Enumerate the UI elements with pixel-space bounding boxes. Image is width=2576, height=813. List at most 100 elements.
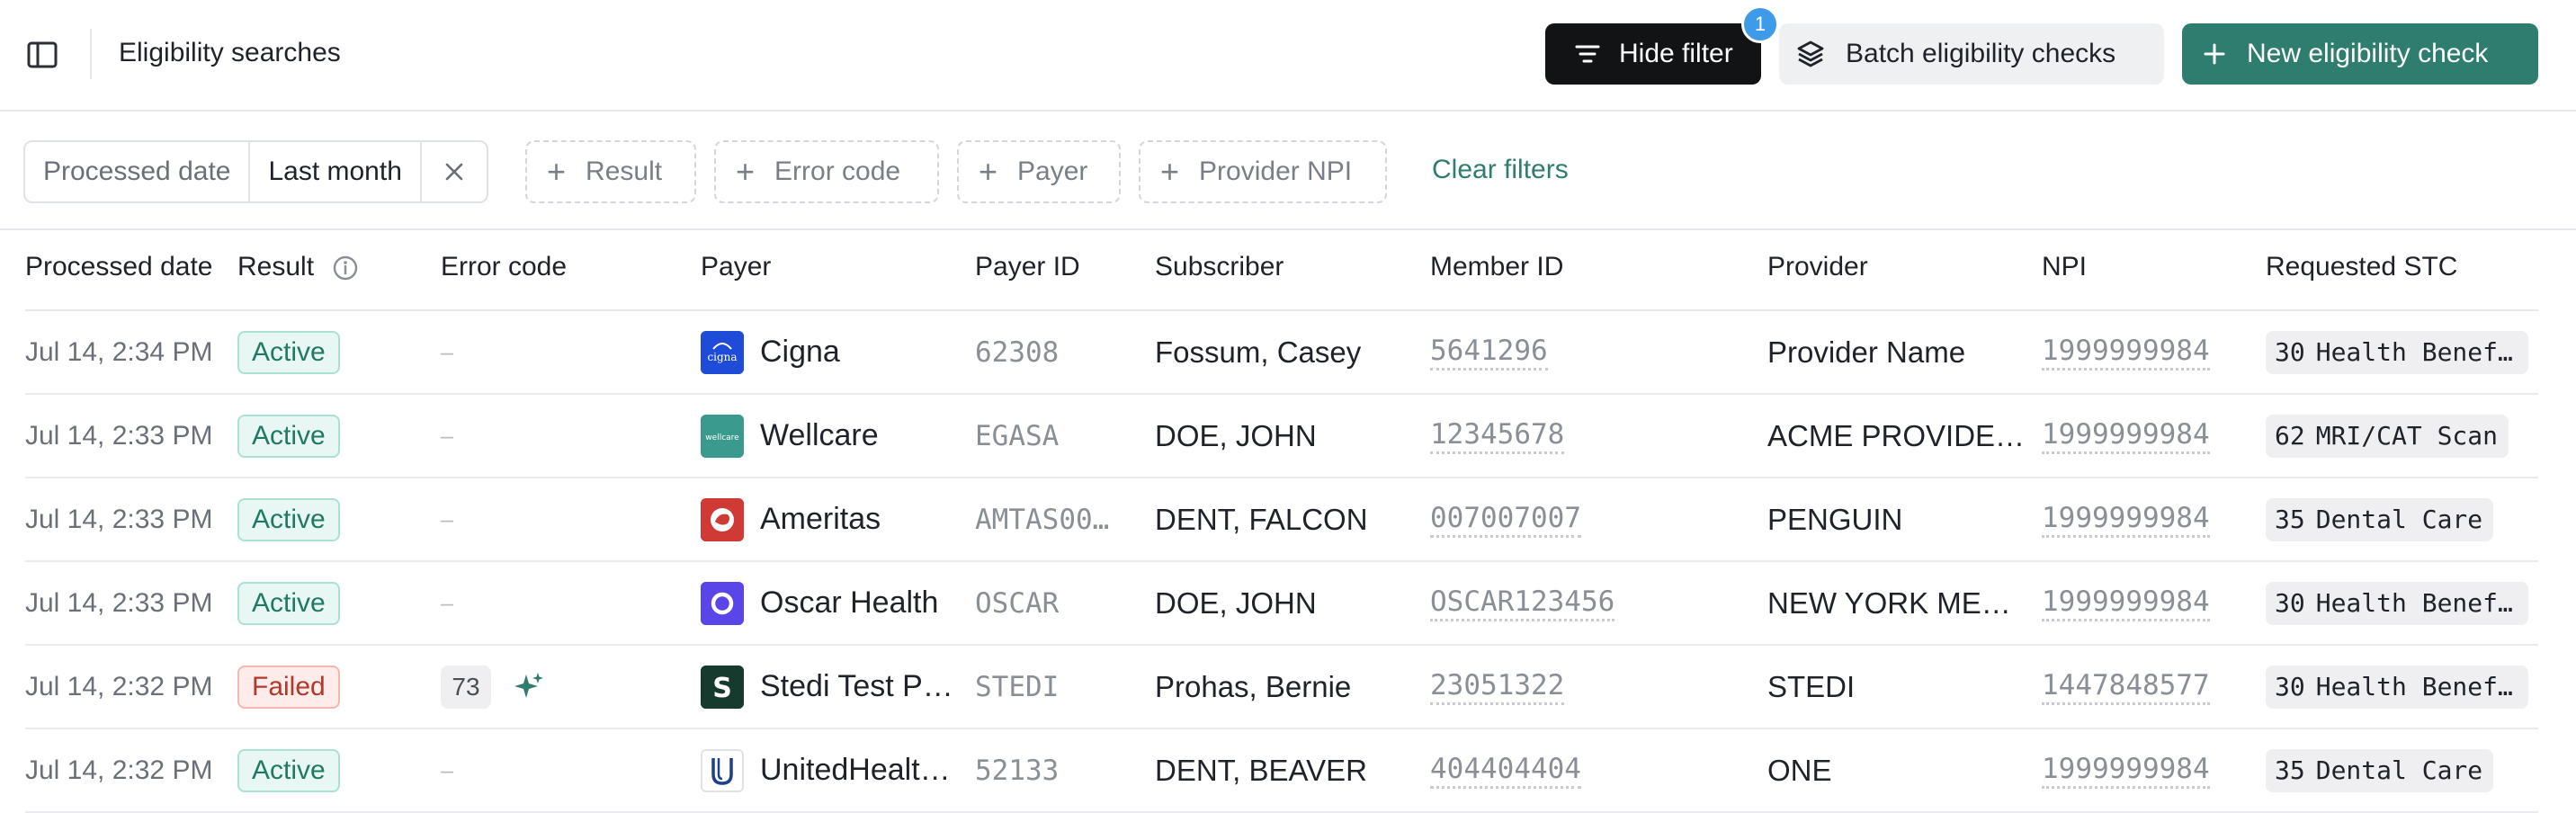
header-divider (90, 29, 92, 79)
payer-id-cell: STEDI (975, 646, 1148, 728)
add-result-filter-label: Result (586, 156, 663, 186)
member-id[interactable]: 23051322 (1430, 668, 1565, 705)
batch-eligibility-button[interactable]: Batch eligibility checks (1779, 23, 2164, 85)
member-id-cell: OSCAR123456 (1430, 562, 1763, 644)
column-header-subscriber[interactable]: Subscriber (1155, 252, 1284, 282)
processed-date-cell: Jul 14, 2:32 PM (25, 671, 213, 701)
payer-id: AMTAS00… (975, 503, 1110, 536)
remove-filter-button[interactable] (422, 142, 487, 201)
npi-value[interactable]: 1999999984 (2042, 417, 2210, 454)
oscar-logo-icon (701, 581, 744, 625)
provider-name: ONE (1767, 753, 1832, 787)
column-header-provider[interactable]: Provider (1767, 252, 1868, 282)
table-row[interactable]: Jul 14, 2:33 PM Active – wellcare Wellca… (25, 395, 2538, 478)
result-cell: Active (237, 729, 340, 811)
stc-tag: 35 Dental Care (2266, 748, 2494, 792)
stc-description: Dental Care (2315, 755, 2483, 785)
stc-tag: 30 Health Benefit Plan Coverage (2266, 330, 2528, 374)
add-payer-filter[interactable]: + Payer (957, 140, 1121, 203)
table-row[interactable]: Jul 14, 2:34 PM Active – cigna Cigna 623… (25, 311, 2538, 395)
stc-code: 30 (2275, 337, 2305, 367)
new-eligibility-check-button[interactable]: New eligibility check (2182, 23, 2538, 85)
column-header-error-code[interactable]: Error code (441, 252, 567, 282)
npi-value[interactable]: 1999999984 (2042, 501, 2210, 538)
sparkle-icon[interactable] (513, 671, 545, 703)
stedi-logo-icon: S (701, 665, 744, 709)
page-title: Eligibility searches (119, 38, 341, 67)
svg-text:S: S (712, 673, 732, 704)
payer-name: Stedi Test P… (760, 669, 953, 703)
column-header-result[interactable]: Result (237, 252, 359, 282)
requested-stc-cell: 30 Health Benefit Plan Coverage (2266, 562, 2536, 644)
provider-cell: NEW YORK ME… (1767, 562, 2037, 644)
npi-value[interactable]: 1999999984 (2042, 585, 2210, 621)
payer-name: UnitedHealt… (760, 753, 951, 787)
npi-value[interactable]: 1999999984 (2042, 752, 2210, 789)
add-result-filter[interactable]: + Result (525, 140, 696, 203)
payer-cell: cigna Cigna (701, 311, 970, 393)
column-header-npi[interactable]: NPI (2042, 252, 2087, 282)
result-cell: Failed (237, 646, 340, 728)
subscriber-name: Fossum, Casey (1155, 335, 1362, 369)
wellcare-logo-icon: wellcare (701, 414, 744, 458)
column-header-processed-date[interactable]: Processed date (25, 252, 212, 282)
plus-icon: + (1160, 153, 1180, 190)
filter-bar: Processed date Last month + Result + Err… (0, 113, 2576, 230)
table-row[interactable]: Jul 14, 2:33 PM Active – Oscar Health OS… (25, 562, 2538, 646)
table-row[interactable]: Jul 14, 2:32 PM Failed 73 S Stedi Test P… (25, 646, 2538, 729)
provider-cell: Provider Name (1767, 311, 2037, 393)
sidebar-toggle-icon[interactable] (25, 38, 61, 70)
add-error-code-filter[interactable]: + Error code (714, 140, 939, 203)
table-row[interactable]: Jul 14, 2:32 PM Active – UnitedHealt… 52… (25, 729, 2538, 813)
member-id[interactable]: 007007007 (1430, 501, 1581, 538)
error-code-tag[interactable]: 73 (441, 665, 491, 709)
requested-stc-cell: 30 Health Benefit Plan Coverage (2266, 646, 2536, 728)
empty-value: – (441, 756, 454, 783)
payer-name: Wellcare (760, 418, 879, 452)
npi-cell: 1999999984 (2042, 729, 2258, 811)
status-badge: Failed (237, 665, 340, 709)
subscriber-cell: DENT, FALCON (1155, 478, 1421, 560)
error-code-cell: – (441, 562, 453, 644)
status-badge: Active (237, 748, 340, 792)
subscriber-name: DOE, JOHN (1155, 418, 1317, 452)
info-icon[interactable] (332, 255, 359, 281)
add-provider-npi-filter[interactable]: + Provider NPI (1139, 140, 1387, 203)
processed-date-cell: Jul 14, 2:32 PM (25, 755, 213, 785)
payer-id-cell: EGASA (975, 395, 1148, 477)
payer-cell: wellcare Wellcare (701, 395, 970, 477)
npi-value[interactable]: 1999999984 (2042, 334, 2210, 371)
payer-cell: UnitedHealt… (701, 729, 970, 811)
hide-filter-button[interactable]: Hide filter (1545, 23, 1761, 85)
column-header-requested-stc[interactable]: Requested STC (2266, 252, 2457, 282)
filter-field-selector[interactable]: Processed date (25, 142, 251, 201)
member-id[interactable]: 5641296 (1430, 334, 1548, 371)
column-header-member-id[interactable]: Member ID (1430, 252, 1563, 282)
subscriber-cell: Fossum, Casey (1155, 311, 1421, 393)
payer-id: 62308 (975, 335, 1060, 369)
filter-value-selector[interactable]: Last month (250, 142, 422, 201)
column-header-payer[interactable]: Payer (701, 252, 771, 282)
npi-value[interactable]: 1447848577 (2042, 668, 2210, 705)
empty-value: – (441, 589, 454, 616)
member-id[interactable]: OSCAR123456 (1430, 585, 1615, 621)
table-header: Processed date Result Error code Payer P… (25, 232, 2538, 311)
member-id[interactable]: 404404404 (1430, 752, 1581, 789)
npi-cell: 1999999984 (2042, 562, 2258, 644)
npi-cell: 1999999984 (2042, 478, 2258, 560)
active-filter-chip: Processed date Last month (23, 140, 488, 203)
clear-filters-link[interactable]: Clear filters (1432, 155, 1569, 185)
processed-date-cell: Jul 14, 2:34 PM (25, 336, 213, 367)
ameritas-logo-icon (701, 497, 744, 541)
hide-filter-label: Hide filter (1619, 39, 1733, 68)
payer-id-cell: OSCAR (975, 562, 1148, 644)
subscriber-cell: Prohas, Bernie (1155, 646, 1421, 728)
table-row[interactable]: Jul 14, 2:33 PM Active – Ameritas AMTAS0… (25, 478, 2538, 562)
payer-name: Oscar Health (760, 585, 939, 620)
error-code-cell: – (441, 729, 453, 811)
stc-tag: 30 Health Benefit Plan Coverage (2266, 665, 2528, 709)
member-id[interactable]: 12345678 (1430, 417, 1565, 454)
payer-cell: S Stedi Test P… (701, 646, 970, 728)
filter-count-badge: 1 (1741, 5, 1779, 43)
column-header-payer-id[interactable]: Payer ID (975, 252, 1080, 282)
